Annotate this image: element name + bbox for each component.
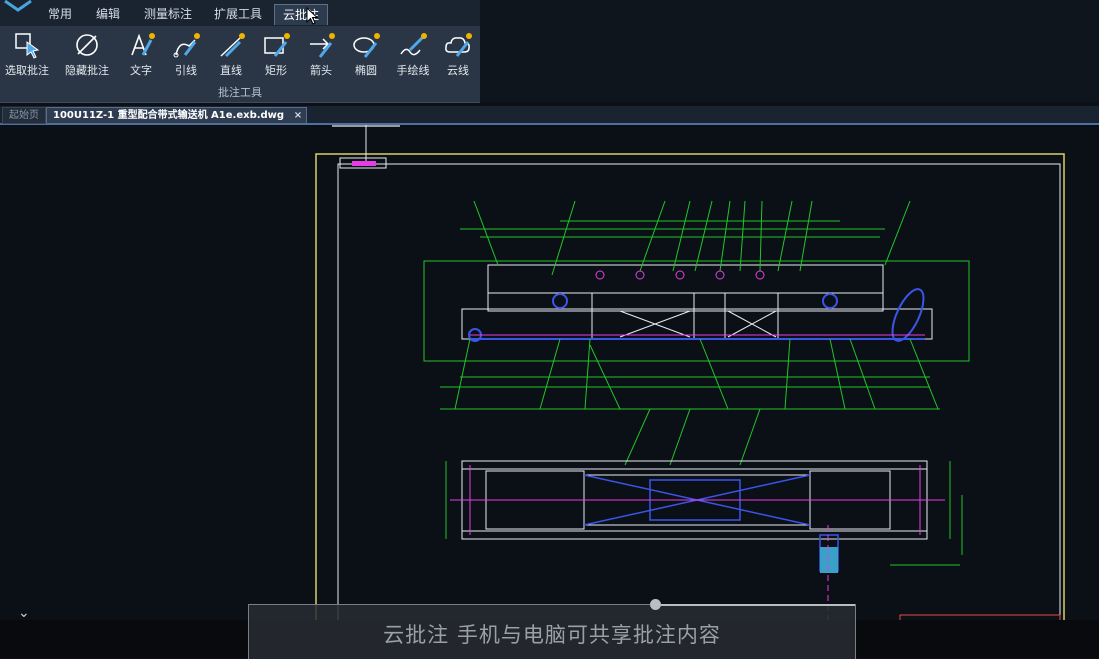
rectangle-icon bbox=[264, 33, 290, 57]
cloud-line-tool-button[interactable]: 云线 bbox=[433, 30, 483, 78]
tool-label: 直线 bbox=[220, 64, 242, 77]
tool-label: 隐藏批注 bbox=[65, 64, 109, 77]
text-tool-button[interactable]: 文字 bbox=[116, 30, 166, 78]
tab-start-page[interactable]: 起始页 bbox=[2, 107, 46, 124]
leader-tool-button[interactable]: 引线 bbox=[161, 30, 211, 78]
mouse-cursor-icon bbox=[306, 7, 319, 25]
progress-line bbox=[661, 604, 855, 606]
select-annotation-button[interactable]: 选取批注 bbox=[2, 30, 52, 78]
tool-label: 引线 bbox=[175, 64, 197, 77]
freehand-tool-button[interactable]: 手绘线 bbox=[388, 30, 438, 78]
select-arrow-icon bbox=[15, 33, 40, 59]
tab-measure[interactable]: 测量标注 bbox=[136, 4, 200, 24]
app-logo-icon[interactable] bbox=[3, 0, 33, 12]
rectangle-tool-button[interactable]: 矩形 bbox=[251, 30, 301, 78]
cad-drawing bbox=[315, 125, 1065, 625]
arrow-icon bbox=[310, 33, 335, 58]
ellipse-tool-button[interactable]: 椭圆 bbox=[341, 30, 391, 78]
tool-label: 云线 bbox=[447, 64, 469, 77]
cloud-icon bbox=[445, 33, 472, 57]
tab-common[interactable]: 常用 bbox=[40, 4, 80, 24]
tab-drawing-file[interactable]: 100U11Z-1 重型配合带式输送机 A1e.exb.dwg × bbox=[46, 107, 308, 124]
hide-annotation-button[interactable]: 隐藏批注 bbox=[62, 30, 112, 78]
tool-label: 椭圆 bbox=[355, 64, 377, 77]
line-tool-button[interactable]: 直线 bbox=[206, 30, 256, 78]
hide-icon bbox=[76, 34, 98, 56]
leader-icon bbox=[173, 33, 200, 58]
chevron-down-icon[interactable]: ⌄ bbox=[18, 605, 30, 621]
tab-file-name: 100U11Z-1 重型配合带式输送机 A1e.exb.dwg bbox=[53, 110, 285, 121]
drawing-canvas[interactable] bbox=[0, 125, 1099, 625]
caption-text: 云批注 手机与电脑可共享批注内容 bbox=[383, 623, 721, 647]
document-tab-bar: 起始页 100U11Z-1 重型配合带式输送机 A1e.exb.dwg × bbox=[0, 106, 1099, 125]
tab-extend-tools[interactable]: 扩展工具 bbox=[206, 4, 270, 24]
ribbon-group-label: 批注工具 bbox=[218, 86, 262, 99]
ribbon-panel: 选取批注 隐藏批注 文字 引线 直线 矩形 箭头 椭圆 手绘线 云线 批注工具 bbox=[0, 26, 480, 103]
tab-edit[interactable]: 编辑 bbox=[88, 4, 128, 24]
freehand-icon bbox=[400, 33, 427, 56]
line-icon bbox=[220, 33, 245, 58]
arrow-tool-button[interactable]: 箭头 bbox=[296, 30, 346, 78]
menu-bar: 常用 编辑 测量标注 扩展工具 云批注 bbox=[0, 0, 480, 26]
title-bar-empty bbox=[480, 0, 1099, 102]
tool-label: 文字 bbox=[130, 64, 152, 77]
close-tab-icon[interactable]: × bbox=[294, 108, 302, 123]
tool-label: 箭头 bbox=[310, 64, 332, 77]
caption-overlay: 云批注 手机与电脑可共享批注内容 bbox=[248, 599, 856, 659]
progress-handle-icon bbox=[650, 599, 661, 610]
text-icon bbox=[131, 33, 155, 56]
tool-label: 选取批注 bbox=[5, 64, 49, 77]
tool-label: 矩形 bbox=[265, 64, 287, 77]
ellipse-icon bbox=[353, 33, 380, 58]
tool-label: 手绘线 bbox=[396, 64, 430, 77]
